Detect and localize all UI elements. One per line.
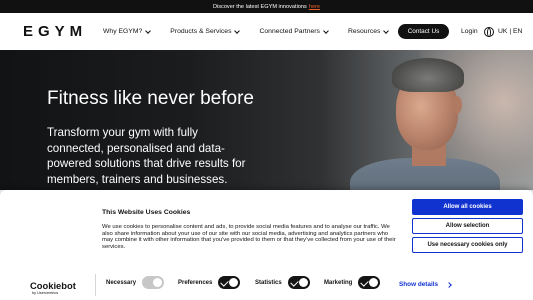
nav-item-partners[interactable]: Connected Partners: [259, 27, 329, 35]
hero-image-hair: [392, 58, 464, 92]
promo-text: Discover the latest EGYM innovations: [212, 3, 307, 10]
cookie-title: This Website Uses Cookies: [102, 209, 191, 216]
necessary-cookies-only-button[interactable]: Use necessary cookies only: [412, 237, 523, 253]
check-icon: [360, 278, 370, 287]
cookiebot-brand: Cookiebot: [30, 280, 76, 291]
allow-all-cookies-button[interactable]: Allow all cookies: [412, 199, 523, 215]
hero-image-ear: [452, 96, 462, 114]
nav-item-label: Connected Partners: [259, 28, 320, 35]
marketing-toggle[interactable]: [358, 276, 381, 289]
toggle-statistics-group: Statistics: [255, 276, 310, 289]
toggle-necessary-group: Necessary: [106, 276, 165, 289]
cookiebot-logo[interactable]: Cookiebot by Usercentrics: [30, 281, 76, 296]
chevron-down-icon: [323, 27, 329, 34]
toggle-knob: [153, 278, 163, 287]
main-nav: EGYM Why EGYM? Products & Services Conne…: [0, 13, 533, 50]
toggle-marketing-group: Marketing: [324, 276, 381, 289]
cookie-divider: [95, 274, 96, 296]
allow-selection-button[interactable]: Allow selection: [412, 218, 523, 234]
necessary-toggle: [142, 276, 165, 289]
nav-item-label: Resources: [347, 28, 381, 35]
cookiebot-by: by Usercentrics: [32, 291, 59, 295]
cookie-consent-banner: This Website Uses Cookies We use cookies…: [0, 190, 533, 300]
check-icon: [289, 278, 299, 287]
preferences-toggle[interactable]: [218, 276, 241, 289]
toggle-label: Necessary: [106, 279, 137, 286]
show-details-link[interactable]: Show details: [399, 281, 452, 288]
login-link[interactable]: Login: [461, 26, 478, 37]
toggle-label: Marketing: [324, 279, 353, 286]
toggle-knob: [229, 278, 239, 287]
toggle-preferences-group: Preferences: [178, 276, 241, 289]
cookie-description: We use cookies to personalise content an…: [102, 224, 396, 250]
toggle-knob: [298, 278, 308, 287]
chevron-down-icon: [145, 27, 152, 34]
egym-logo[interactable]: EGYM: [23, 22, 87, 41]
check-icon: [220, 278, 230, 287]
logo-text: EGYM: [23, 23, 88, 40]
statistics-toggle[interactable]: [287, 276, 310, 289]
toggle-label: Statistics: [255, 279, 282, 286]
hero-subtitle: Transform your gym with fully connected,…: [47, 126, 246, 186]
chevron-down-icon: [234, 27, 241, 34]
chevron-down-icon: [383, 27, 390, 34]
nav-item-label: Why EGYM?: [103, 28, 143, 35]
nav-menu: Why EGYM? Products & Services Connected …: [103, 13, 408, 50]
toggle-label: Preferences: [178, 279, 213, 286]
nav-item-resources[interactable]: Resources: [347, 27, 390, 35]
chevron-right-icon: [446, 281, 452, 288]
contact-us-button[interactable]: Contact Us: [398, 24, 449, 39]
nav-item-why-egym[interactable]: Why EGYM?: [103, 27, 152, 35]
toggle-knob: [369, 278, 379, 287]
nav-item-label: Products & Services: [170, 28, 232, 35]
language-selector[interactable]: UK | EN: [498, 26, 522, 37]
show-details-label: Show details: [399, 281, 439, 288]
promo-banner: Discover the latest EGYM innovations her…: [0, 0, 533, 13]
globe-icon[interactable]: [484, 27, 494, 37]
hero-section: Fitness like never before Transform your…: [0, 50, 533, 190]
promo-link[interactable]: here: [309, 4, 320, 10]
nav-item-products[interactable]: Products & Services: [170, 27, 241, 35]
hero-title: Fitness like never before: [47, 88, 254, 109]
